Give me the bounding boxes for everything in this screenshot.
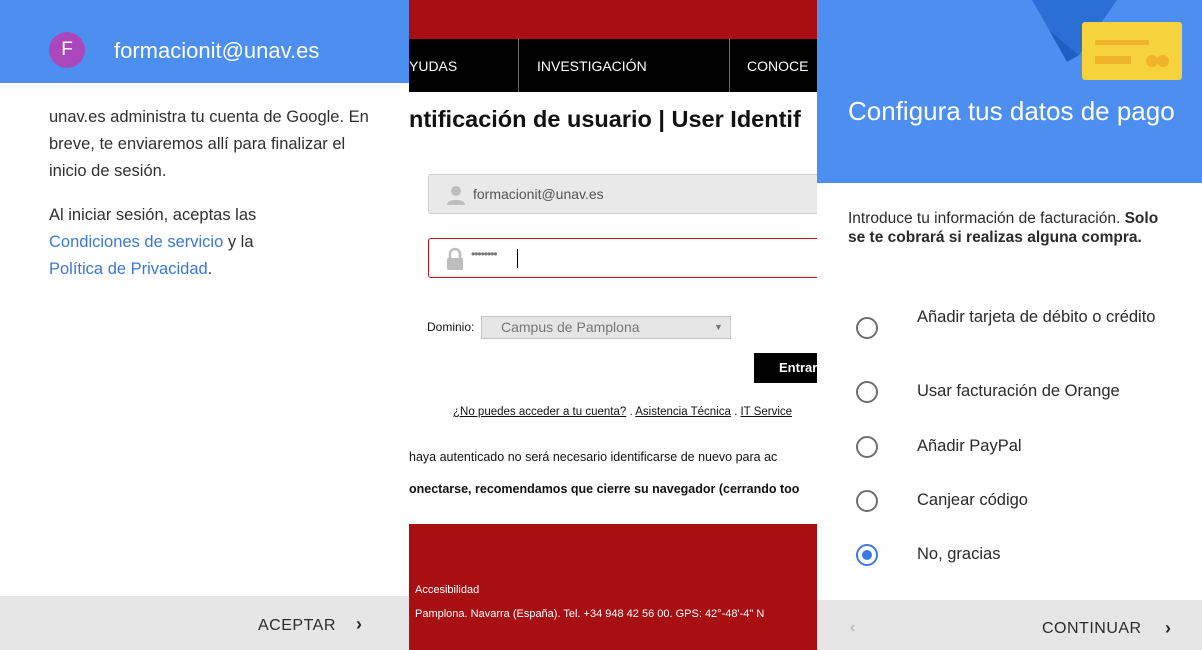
terms-link[interactable]: Condiciones de servicio	[49, 233, 223, 251]
chevron-right-icon[interactable]: ›	[356, 614, 362, 635]
footer-address: Pamplona. Navarra (España). Tel. +34 948…	[415, 608, 765, 620]
sso-info-text: haya autenticado no será necesario ident…	[409, 450, 778, 464]
consent-prefix: Al iniciar sesión, aceptas las	[49, 206, 257, 224]
user-icon	[447, 186, 465, 205]
option-label: Canjear código	[917, 491, 1028, 509]
text-caret	[517, 249, 518, 268]
bottom-action-bar	[817, 600, 1202, 650]
chevron-left-icon[interactable]: ‹	[850, 619, 855, 637]
page-title: Configura tus datos de pago	[848, 96, 1175, 126]
google-sso-panel: F formacionit@unav.es unav.es administra…	[0, 0, 409, 650]
support-link[interactable]: Asistencia Técnica	[635, 406, 731, 418]
payment-option-redeem-code[interactable]: Canjear código	[817, 489, 1202, 515]
account-email: formacionit@unav.es	[114, 38, 320, 63]
option-label: No, gracias	[917, 545, 1001, 563]
dropdown-arrow-icon: ▼	[714, 322, 723, 332]
radio-unchecked-icon[interactable]	[856, 381, 878, 403]
password-field[interactable]: ••••••••	[428, 238, 817, 278]
accept-button[interactable]: ACEPTAR	[258, 617, 336, 635]
cant-access-link[interactable]: ¿No puedes acceder a tu cuenta?	[453, 406, 626, 418]
password-mask: ••••••••	[471, 247, 498, 261]
period-text: .	[207, 260, 213, 278]
nav-item-ayudas[interactable]: YUDAS	[409, 58, 457, 74]
credit-card-illustration	[1032, 0, 1182, 80]
logout-warning-text: onectarse, recomendamos que cierre su na…	[409, 482, 800, 496]
it-services-link[interactable]: IT Service	[740, 406, 792, 418]
help-links: ¿No puedes acceder a tu cuenta? . Asiste…	[453, 406, 792, 418]
site-header	[409, 0, 817, 39]
radio-unchecked-icon[interactable]	[856, 436, 878, 458]
main-nav: YUDAS INVESTIGACIÓN CONOCE	[409, 39, 817, 92]
username-value: formacionit@unav.es	[473, 186, 604, 202]
and-text: y la	[223, 233, 254, 251]
payment-setup-panel: Configura tus datos de pago Introduce tu…	[817, 0, 1202, 650]
consent-paragraph: Al iniciar sesión, aceptas las Condicion…	[49, 202, 369, 283]
lock-icon	[447, 247, 463, 270]
enter-button[interactable]: Entrar	[754, 353, 817, 383]
chevron-right-icon[interactable]: ›	[1165, 618, 1171, 639]
domain-select[interactable]: Campus de Pamplona ▼	[481, 316, 731, 339]
accessibility-link[interactable]: Accesibilidad	[415, 584, 479, 596]
sso-message: unav.es administra tu cuenta de Google. …	[49, 104, 369, 300]
university-login-panel: YUDAS INVESTIGACIÓN CONOCE ntificación d…	[409, 0, 817, 650]
nav-divider	[518, 39, 519, 92]
payment-option-orange[interactable]: Usar facturación de Orange	[817, 380, 1202, 406]
option-label: Añadir tarjeta de débito o crédito	[917, 308, 1156, 326]
enter-button-label: Entrar	[779, 360, 817, 375]
bottom-action-bar	[0, 596, 409, 650]
radio-unchecked-icon[interactable]	[856, 317, 878, 339]
intro-text: Introduce tu información de facturación.	[848, 210, 1125, 227]
continue-button[interactable]: CONTINUAR	[1042, 620, 1142, 638]
link-separator: .	[626, 406, 636, 418]
domain-selected-value: Campus de Pamplona	[501, 319, 640, 335]
payment-option-paypal[interactable]: Añadir PayPal	[817, 435, 1202, 461]
radio-checked-icon[interactable]	[856, 544, 878, 566]
option-label: Añadir PayPal	[917, 437, 1022, 455]
page-title: ntificación de usuario | User Identif	[409, 106, 801, 132]
nav-item-investigacion[interactable]: INVESTIGACIÓN	[537, 58, 647, 74]
option-label: Usar facturación de Orange	[917, 382, 1120, 400]
redirect-paragraph: unav.es administra tu cuenta de Google. …	[49, 108, 369, 180]
payment-option-no-thanks[interactable]: No, gracias	[817, 543, 1202, 569]
billing-intro: Introduce tu información de facturación.…	[848, 209, 1168, 247]
nav-item-conoce[interactable]: CONOCE	[747, 58, 808, 74]
radio-unchecked-icon[interactable]	[856, 490, 878, 512]
nav-divider	[729, 39, 730, 92]
privacy-link[interactable]: Política de Privacidad	[49, 260, 208, 278]
username-field[interactable]: formacionit@unav.es	[428, 174, 817, 214]
avatar: F	[49, 32, 85, 68]
domain-label: Dominio:	[427, 320, 475, 334]
payment-option-card[interactable]: Añadir tarjeta de débito o crédito	[817, 306, 1202, 352]
